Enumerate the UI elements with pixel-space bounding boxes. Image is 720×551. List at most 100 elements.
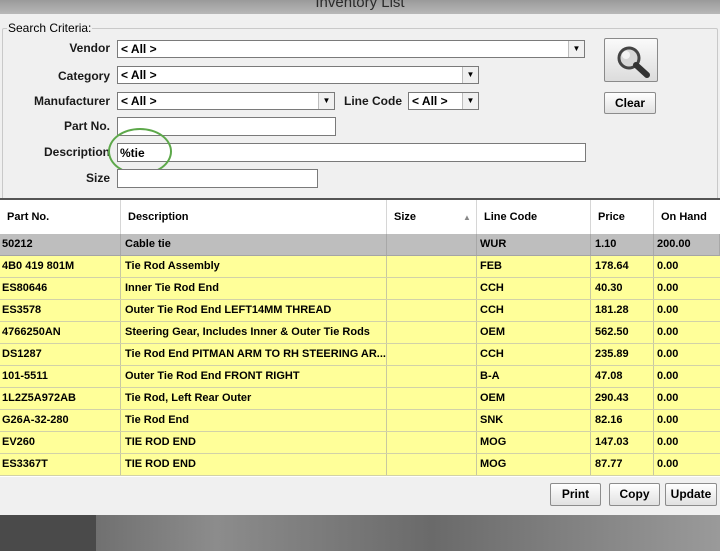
cell-part-no: 1L2Z5A972AB	[0, 388, 121, 409]
table-row[interactable]: G26A-32-280 Tie Rod End SNK 82.16 0.00	[0, 410, 720, 432]
update-button[interactable]: Update	[665, 483, 717, 506]
cell-line-code: WUR	[477, 234, 591, 255]
category-label: Category	[57, 69, 110, 83]
cell-on-hand: 0.00	[657, 436, 679, 448]
vendor-label: Vendor	[69, 41, 110, 55]
cell-line-code: OEM	[477, 322, 591, 343]
cell-part-no: ES3367T	[0, 454, 121, 475]
chevron-down-icon[interactable]: ▼	[462, 67, 478, 83]
cell-on-hand: 0.00	[657, 304, 679, 316]
cell-part-no: DS1287	[0, 344, 121, 365]
cell-line-code: MOG	[477, 454, 591, 475]
window-title: Inventory List	[315, 0, 405, 11]
cell-price: 562.50	[591, 322, 654, 343]
print-button[interactable]: Print	[550, 483, 601, 506]
vendor-value: < All >	[121, 42, 157, 56]
cell-line-code: OEM	[477, 388, 591, 409]
table-row[interactable]: 101-5511 Outer Tie Rod End FRONT RIGHT B…	[0, 366, 720, 388]
cell-part-no: ES3578	[0, 300, 121, 321]
cell-price: 47.08	[591, 366, 654, 387]
search-button[interactable]	[604, 38, 658, 82]
cell-on-hand: 0.00	[657, 326, 679, 338]
results-grid: Part No. Description Size Line Code Pric…	[0, 198, 720, 477]
table-row[interactable]: EV260 TIE ROD END MOG 147.03 0.00	[0, 432, 720, 454]
cell-size	[387, 300, 477, 321]
table-row[interactable]: 4B0 419 801M Tie Rod Assembly FEB 178.64…	[0, 256, 720, 278]
cell-on-hand: 0.00	[657, 458, 679, 470]
cell-price: 87.77	[591, 454, 654, 475]
table-row[interactable]: 50212 Cable tie WUR 1.10 200.00	[0, 234, 720, 256]
cell-line-code: SNK	[477, 410, 591, 431]
cell-on-hand: 0.00	[657, 282, 679, 294]
cell-description: TIE ROD END	[121, 432, 387, 453]
description-input[interactable]: %tie	[117, 143, 586, 162]
line-code-value: < All >	[412, 94, 448, 108]
cell-price: 181.28	[591, 300, 654, 321]
cell-price: 178.64	[591, 256, 654, 277]
clear-button[interactable]: Clear	[604, 92, 656, 114]
cell-size	[387, 322, 477, 343]
cell-on-hand: 200.00	[654, 234, 720, 255]
copy-button[interactable]: Copy	[609, 483, 660, 506]
table-row[interactable]: ES3578 Outer Tie Rod End LEFT14MM THREAD…	[0, 300, 720, 322]
size-input[interactable]	[117, 169, 318, 188]
cell-part-no: 50212	[0, 234, 121, 255]
column-header-description[interactable]: Description	[121, 200, 387, 234]
chevron-down-icon[interactable]: ▼	[318, 93, 334, 109]
cell-description: Cable tie	[121, 234, 387, 255]
magnifier-icon	[617, 46, 650, 78]
cell-on-hand: 0.00	[657, 370, 679, 382]
description-label: Description	[43, 145, 110, 159]
inventory-window: Search Criteria: Vendor < All > ▼ Catego…	[0, 14, 720, 515]
cell-size	[387, 454, 477, 475]
manufacturer-value: < All >	[121, 94, 157, 108]
cell-price: 40.30	[591, 278, 654, 299]
table-row[interactable]: DS1287 Tie Rod End PITMAN ARM TO RH STEE…	[0, 344, 720, 366]
cell-on-hand: 0.00	[657, 260, 679, 272]
highlight-circle	[108, 128, 172, 175]
column-header-line-code[interactable]: Line Code	[477, 200, 591, 234]
cell-description: TIE ROD END	[121, 454, 387, 475]
cell-description: Tie Rod, Left Rear Outer	[121, 388, 387, 409]
cell-line-code: CCH	[477, 278, 591, 299]
cell-description: Inner Tie Rod End	[121, 278, 387, 299]
cell-description: Steering Gear, Includes Inner & Outer Ti…	[121, 322, 387, 343]
table-row[interactable]: ES3367T TIE ROD END MOG 87.77 0.00	[0, 454, 720, 476]
line-code-dropdown[interactable]: < All > ▼	[408, 92, 479, 110]
cell-part-no: ES80646	[0, 278, 121, 299]
cell-description: Tie Rod End	[121, 410, 387, 431]
table-row[interactable]: 1L2Z5A972AB Tie Rod, Left Rear Outer OEM…	[0, 388, 720, 410]
cell-part-no: G26A-32-280	[0, 410, 121, 431]
grid-header: Part No. Description Size Line Code Pric…	[0, 200, 720, 234]
manufacturer-dropdown[interactable]: < All > ▼	[117, 92, 335, 110]
cell-description: Tie Rod End PITMAN ARM TO RH STEERING AR…	[121, 344, 387, 365]
cell-part-no: 101-5511	[0, 366, 121, 387]
table-row[interactable]: 4766250AN Steering Gear, Includes Inner …	[0, 322, 720, 344]
cell-line-code: CCH	[477, 300, 591, 321]
part-no-label: Part No.	[63, 119, 110, 133]
line-code-label: Line Code	[344, 94, 403, 108]
cell-price: 290.43	[591, 388, 654, 409]
chevron-down-icon[interactable]: ▼	[568, 41, 584, 57]
search-criteria-label: Search Criteria:	[7, 21, 93, 35]
cell-size	[387, 432, 477, 453]
cell-description: Outer Tie Rod End FRONT RIGHT	[121, 366, 387, 387]
sort-ascending-icon: ▲	[463, 213, 471, 222]
cell-line-code: MOG	[477, 432, 591, 453]
category-dropdown[interactable]: < All > ▼	[117, 66, 479, 84]
desktop-background	[0, 515, 720, 551]
column-header-price[interactable]: Price	[591, 200, 654, 234]
cell-size	[387, 344, 477, 365]
cell-price: 147.03	[591, 432, 654, 453]
column-header-on-hand[interactable]: On Hand	[654, 200, 720, 234]
cell-size	[387, 366, 477, 387]
cell-price: 1.10	[591, 234, 654, 255]
table-row[interactable]: ES80646 Inner Tie Rod End CCH 40.30 0.00	[0, 278, 720, 300]
cell-size	[387, 256, 477, 277]
column-header-part-no[interactable]: Part No.	[0, 200, 121, 234]
vendor-dropdown[interactable]: < All > ▼	[117, 40, 585, 58]
size-label: Size	[85, 171, 110, 185]
cell-size	[387, 388, 477, 409]
cell-part-no: EV260	[0, 432, 121, 453]
chevron-down-icon[interactable]: ▼	[462, 93, 478, 109]
